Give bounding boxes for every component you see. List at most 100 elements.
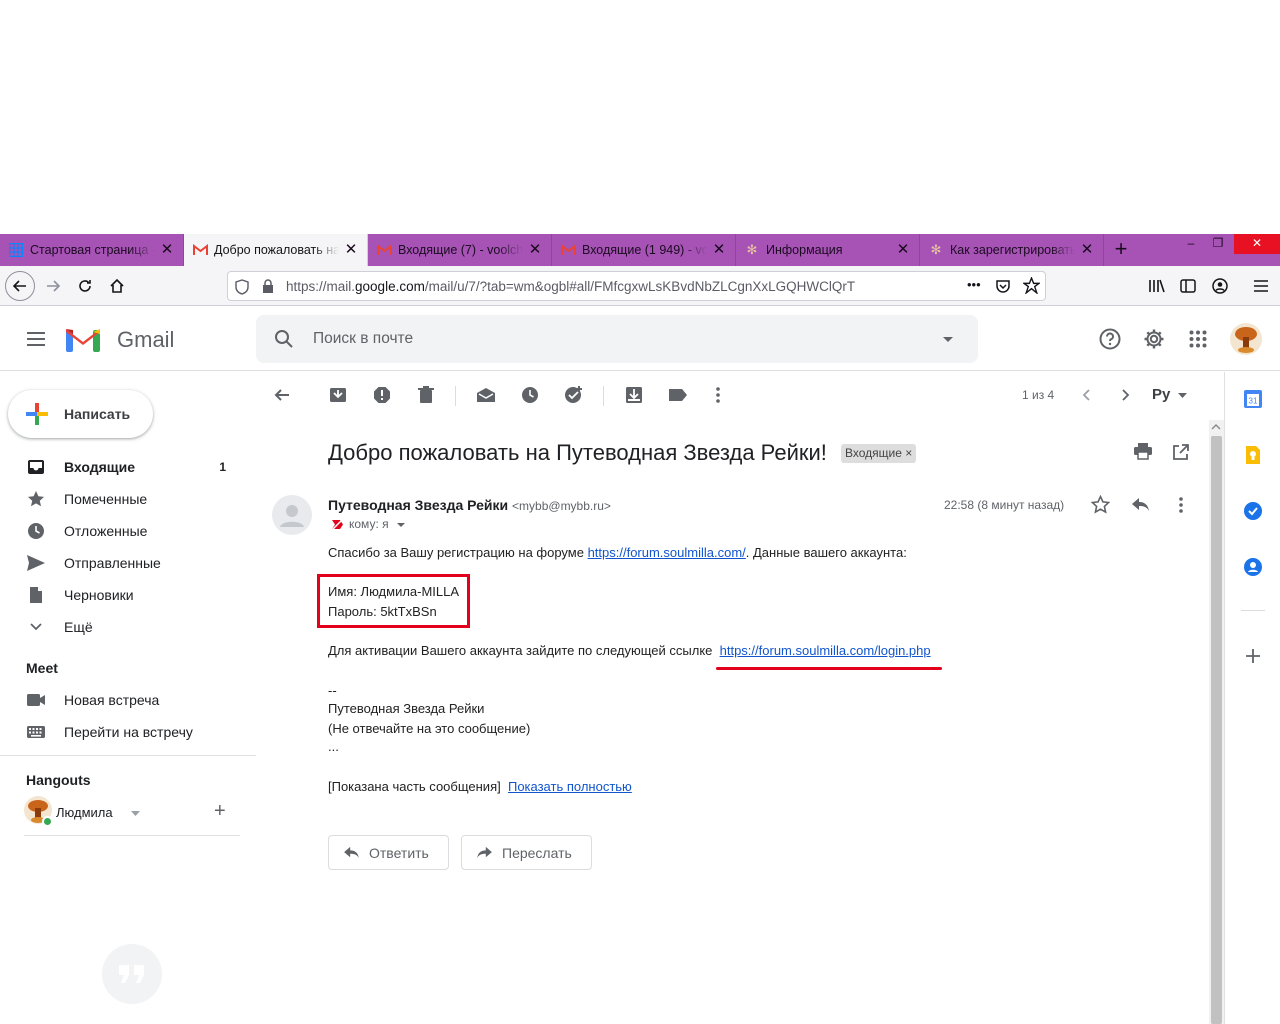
browser-tab[interactable]: Стартовая страница - ✕	[0, 234, 184, 266]
library-button[interactable]	[1143, 272, 1171, 300]
account-button[interactable]	[1206, 272, 1234, 300]
report-spam-button[interactable]	[370, 383, 394, 407]
sidebar-item-inbox[interactable]: Входящие 1	[0, 451, 240, 483]
main-menu-button[interactable]	[16, 319, 56, 359]
calendar-app-button[interactable]: 31	[1243, 389, 1263, 409]
browser-tab[interactable]: ✻ Информация ✕	[736, 234, 920, 266]
forward-button[interactable]	[39, 272, 67, 300]
new-tab-button[interactable]: +	[1104, 234, 1138, 266]
back-to-inbox-button[interactable]	[270, 383, 294, 407]
online-status-dot	[42, 816, 53, 827]
recipient-line[interactable]: кому: я	[331, 517, 405, 531]
input-tools-button[interactable]: Ру	[1152, 386, 1170, 403]
browser-tab[interactable]: ✻ Как зарегистрировать ✕	[920, 234, 1104, 266]
older-button[interactable]	[1114, 383, 1138, 407]
forward-action-button[interactable]: Переслать	[461, 835, 592, 870]
add-hangout-button[interactable]: +	[214, 800, 226, 823]
inbox-label-chip[interactable]: Входящие ×	[841, 444, 917, 463]
open-new-window-button[interactable]	[1172, 444, 1189, 466]
close-tab-icon[interactable]: ✕	[711, 242, 727, 258]
star-button[interactable]	[1090, 494, 1111, 519]
restore-button[interactable]: ❐	[1203, 234, 1233, 254]
sidebar-item-sent[interactable]: Отправленные	[0, 547, 240, 579]
url-bar[interactable]: https://mail.google.com/mail/u/7/?tab=wm…	[227, 271, 1046, 301]
close-tab-icon[interactable]: ✕	[527, 242, 543, 258]
mark-unread-button[interactable]	[474, 383, 498, 407]
message-subject: Добро пожаловать на Путеводная Звезда Ре…	[328, 440, 827, 465]
get-addons-button[interactable]	[1243, 646, 1263, 666]
account-avatar[interactable]	[1230, 323, 1262, 355]
close-tab-icon[interactable]: ✕	[895, 242, 911, 258]
print-button[interactable]	[1133, 442, 1153, 465]
remove-label-icon[interactable]: ×	[905, 446, 912, 460]
sidebar-toggle-button[interactable]	[1174, 272, 1202, 300]
meet-join-meeting[interactable]: Перейти на встречу	[0, 716, 240, 748]
window-close-button[interactable]: ✕	[1234, 234, 1280, 254]
contacts-icon	[1244, 558, 1262, 576]
gmail-logo[interactable]	[64, 325, 102, 358]
home-button[interactable]	[103, 272, 131, 300]
delete-button[interactable]	[414, 383, 438, 407]
reply-button[interactable]	[1131, 497, 1150, 517]
activation-link[interactable]: https://forum.soulmilla.com/login.php	[720, 643, 931, 658]
signature-note: (Не отвечайте на это сообщение)	[328, 721, 531, 736]
close-tab-icon[interactable]: ✕	[159, 242, 175, 258]
body-text: . Данные вашего аккаунта:	[745, 545, 907, 560]
sidebar-item-starred[interactable]: Помеченные	[0, 483, 240, 515]
sidebar-item-label: Отложенные	[64, 523, 148, 539]
hangouts-user-name[interactable]: Людмила	[56, 805, 113, 820]
reply-label: Ответить	[369, 844, 429, 861]
reply-action-button[interactable]: Ответить	[328, 835, 449, 870]
reply-icon	[1132, 498, 1149, 511]
plus-icon	[26, 403, 48, 425]
more-vert-icon	[716, 387, 720, 403]
move-to-button[interactable]	[622, 383, 646, 407]
close-tab-icon[interactable]: ✕	[1079, 242, 1095, 258]
arrow-left-icon	[12, 280, 26, 292]
contacts-app-button[interactable]	[1243, 557, 1263, 577]
message-more-button[interactable]	[1179, 497, 1183, 518]
toolbar-divider	[603, 386, 604, 406]
help-icon	[1099, 328, 1121, 350]
search-bar[interactable]: Поиск в почте	[256, 315, 978, 363]
hangouts-avatar[interactable]	[24, 796, 53, 827]
show-full-link[interactable]: Показать полностью	[508, 779, 632, 794]
settings-button[interactable]	[1134, 319, 1174, 359]
send-icon	[26, 553, 46, 573]
back-button[interactable]	[5, 271, 35, 301]
browser-tab[interactable]: Входящие (1 949) - vol ✕	[552, 234, 736, 266]
sender-info: Путеводная Звезда Рейки <mybb@mybb.ru>	[328, 497, 611, 513]
signature-name: Путеводная Звезда Рейки	[328, 701, 485, 716]
sidebar-item-more[interactable]: Ещё	[0, 611, 240, 643]
browser-tab-active[interactable]: Добро пожаловать на ✕	[184, 234, 368, 266]
dropdown-arrow-icon	[131, 811, 140, 816]
browser-tab[interactable]: Входящие (7) - voolche ✕	[368, 234, 552, 266]
sidebar-item-snoozed[interactable]: Отложенные	[0, 515, 240, 547]
keep-app-button[interactable]	[1243, 445, 1263, 465]
page-actions-icon[interactable]: •••	[967, 277, 981, 292]
meet-new-meeting[interactable]: Новая встреча	[0, 684, 240, 716]
reload-button[interactable]	[71, 272, 99, 300]
reload-icon	[79, 280, 91, 292]
sidebar-item-label: Ещё	[64, 619, 93, 635]
labels-button[interactable]	[666, 383, 690, 407]
trimmed-ellipsis[interactable]: ...	[328, 739, 339, 754]
forum-link[interactable]: https://forum.soulmilla.com/	[588, 545, 746, 560]
menu-button[interactable]	[1247, 272, 1275, 300]
add-task-button[interactable]	[562, 383, 586, 407]
help-button[interactable]	[1090, 319, 1130, 359]
search-input[interactable]: Поиск в почте	[313, 330, 413, 348]
scrollbar-thumb[interactable]	[1211, 436, 1222, 1024]
archive-icon	[330, 388, 346, 402]
tasks-app-button[interactable]	[1243, 501, 1263, 521]
apps-button[interactable]	[1178, 319, 1218, 359]
close-tab-icon[interactable]: ✕	[343, 242, 359, 258]
compose-button[interactable]: Написать	[8, 390, 153, 438]
minimize-button[interactable]: –	[1176, 234, 1206, 254]
snooze-button[interactable]	[518, 383, 542, 407]
more-actions-button[interactable]	[706, 383, 730, 407]
sidebar-item-drafts[interactable]: Черновики	[0, 579, 240, 611]
archive-button[interactable]	[326, 383, 350, 407]
sender-name[interactable]: Путеводная Звезда Рейки	[328, 497, 508, 513]
newer-button[interactable]	[1074, 383, 1098, 407]
